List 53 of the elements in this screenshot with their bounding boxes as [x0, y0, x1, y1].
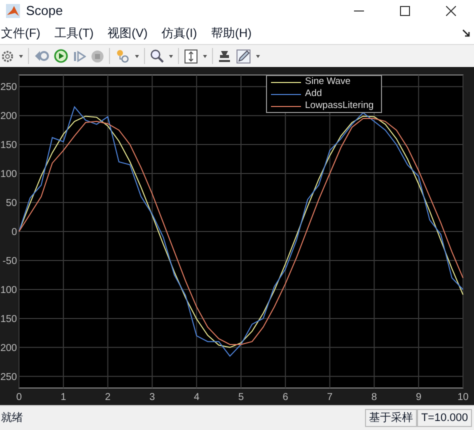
status-time: T=10.000	[417, 409, 472, 427]
menu-item[interactable]: 工具(T)	[54, 24, 94, 42]
x-tick-label: 3	[149, 392, 155, 403]
x-tick-label: 1	[60, 392, 66, 403]
y-tick-label: 250	[0, 372, 17, 383]
y-tick-label: 50	[6, 198, 17, 210]
signal-tracing-icon[interactable]	[115, 49, 130, 63]
menu-item[interactable]: 仿真(I)	[162, 24, 197, 42]
caret-icon[interactable]	[169, 54, 173, 58]
y-tick-label: 150	[0, 140, 17, 152]
y-tick-label: 0	[11, 227, 17, 238]
window-title: Scope	[26, 2, 63, 20]
close-icon[interactable]	[446, 6, 456, 16]
caret-icon[interactable]	[19, 54, 23, 58]
step-forward-icon[interactable]	[73, 50, 86, 62]
zoom-icon[interactable]	[150, 49, 164, 63]
scale-axes-icon[interactable]	[184, 48, 198, 64]
settings-icon[interactable]	[1, 50, 14, 62]
menu-item[interactable]: 帮助(H)	[210, 24, 252, 42]
play-icon[interactable]	[54, 49, 68, 63]
y-tick-label: 250	[0, 82, 17, 94]
app-logo-icon	[6, 4, 20, 18]
menu-item[interactable]: 文件(F)	[1, 24, 40, 42]
legend-label: Sine Wave	[305, 76, 351, 88]
maximize-icon[interactable]	[400, 6, 410, 16]
y-tick-label: 200	[0, 111, 17, 122]
x-tick-label: 10	[457, 392, 469, 403]
x-tick-label: 2	[105, 392, 111, 403]
legend-label: Add	[305, 88, 322, 100]
x-tick-label: 6	[282, 392, 288, 403]
caret-icon[interactable]	[256, 54, 260, 58]
status-mode: 基于采样	[365, 409, 418, 427]
x-tick-label: 8	[371, 392, 377, 403]
caret-icon[interactable]	[203, 54, 207, 58]
y-tick-label: 100	[0, 169, 17, 180]
step-back-icon[interactable]	[34, 49, 49, 63]
y-tick-label: 150	[0, 314, 17, 325]
menu-item[interactable]: 视图(V)	[108, 24, 148, 42]
status-message: 就绪	[0, 410, 23, 426]
stamp-icon[interactable]	[218, 49, 231, 63]
x-tick-label: 9	[416, 392, 422, 403]
stop-icon[interactable]	[91, 50, 104, 62]
legend-label: LowpassLitering	[305, 100, 374, 112]
x-tick-label: 0	[16, 392, 22, 403]
y-tick-label: 100	[0, 284, 17, 296]
x-tick-label: 4	[194, 392, 200, 403]
pencil-icon[interactable]	[236, 48, 251, 64]
x-tick-label: 5	[238, 392, 244, 403]
y-tick-label: 200	[0, 342, 17, 354]
undock-icon[interactable]	[462, 29, 470, 37]
caret-icon[interactable]	[135, 54, 139, 58]
y-tick-label: -50	[2, 256, 17, 267]
x-tick-label: 7	[327, 392, 333, 403]
